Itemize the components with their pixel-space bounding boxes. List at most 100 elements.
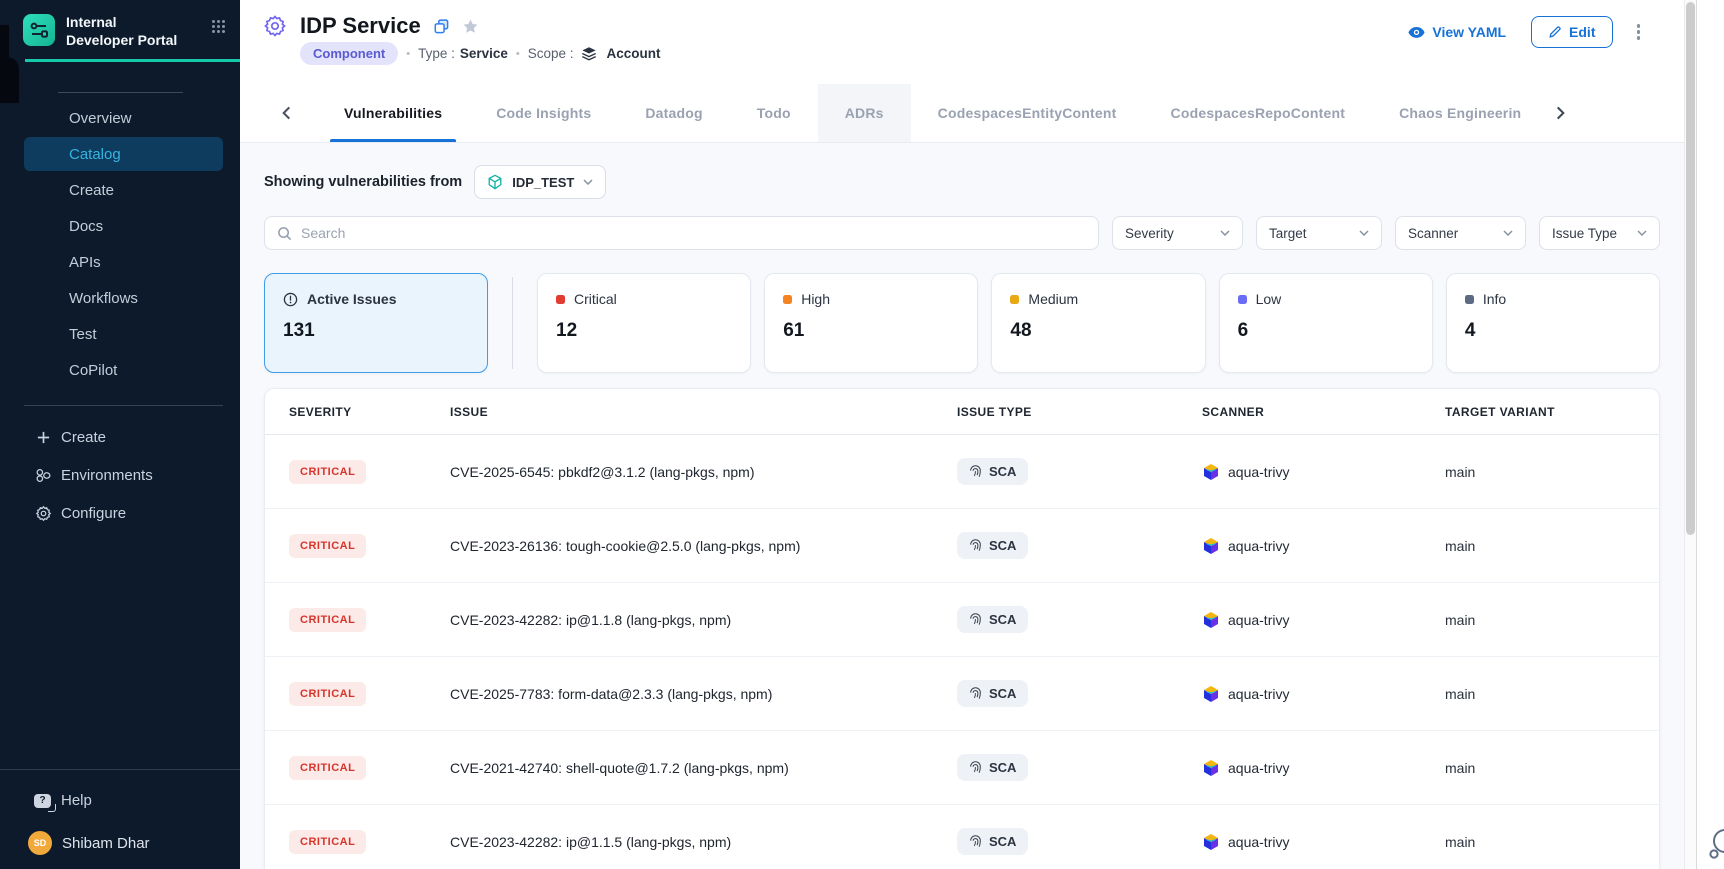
target-variant-cell: main bbox=[1445, 686, 1659, 702]
medium-card: Medium 48 bbox=[991, 273, 1205, 373]
source-value: IDP_TEST bbox=[512, 175, 574, 190]
right-gutter bbox=[1697, 0, 1724, 869]
sidebar-item-apis[interactable]: APIs bbox=[24, 245, 223, 279]
help-icon: ? bbox=[34, 794, 51, 808]
scrollbar-thumb[interactable] bbox=[1686, 2, 1695, 535]
card-label: High bbox=[801, 291, 830, 307]
copy-icon[interactable] bbox=[434, 19, 449, 34]
help-button[interactable]: ? Help bbox=[34, 792, 240, 809]
sidebar-item-catalog[interactable]: Catalog bbox=[24, 137, 223, 171]
card-value: 61 bbox=[783, 320, 959, 342]
more-options-icon[interactable] bbox=[1633, 20, 1645, 44]
sidebar-item-copilot[interactable]: CoPilot bbox=[24, 353, 223, 387]
sidebar-item-workflows[interactable]: Workflows bbox=[24, 281, 223, 315]
tab-adrs[interactable]: ADRs bbox=[818, 84, 911, 142]
chevron-down-icon bbox=[1359, 230, 1369, 236]
scanner-filter[interactable]: Scanner bbox=[1395, 216, 1526, 250]
view-yaml-button[interactable]: View YAML bbox=[1408, 24, 1506, 40]
layers-icon bbox=[581, 46, 597, 61]
kind-badge: Component bbox=[300, 42, 398, 65]
card-value: 4 bbox=[1465, 320, 1641, 342]
support-widget-icon[interactable] bbox=[1707, 827, 1724, 861]
tab-vulnerabilities[interactable]: Vulnerabilities bbox=[317, 84, 469, 142]
sidebar-action-configure[interactable]: Configure bbox=[0, 496, 240, 530]
table-row[interactable]: CRITICAL CVE-2023-26136: tough-cookie@2.… bbox=[265, 509, 1659, 583]
sidebar-item-test[interactable]: Test bbox=[24, 317, 223, 351]
sidebar-action-label: Create bbox=[61, 429, 106, 446]
sidebar-item-docs[interactable]: Docs bbox=[24, 209, 223, 243]
scanner-cell: aqua-trivy bbox=[1202, 759, 1445, 777]
tab-code-insights[interactable]: Code Insights bbox=[469, 84, 618, 142]
cube-icon bbox=[487, 174, 503, 190]
table-row[interactable]: CRITICAL CVE-2023-42282: ip@1.1.5 (lang-… bbox=[265, 805, 1659, 869]
aqua-trivy-icon bbox=[1202, 685, 1220, 703]
type-value: Service bbox=[460, 46, 508, 61]
eye-icon bbox=[1408, 26, 1425, 39]
help-label: Help bbox=[61, 792, 92, 809]
table-row[interactable]: CRITICAL CVE-2025-7783: form-data@2.3.3 … bbox=[265, 657, 1659, 731]
severity-badge: CRITICAL bbox=[289, 534, 366, 558]
avatar: SD bbox=[28, 831, 52, 855]
aqua-trivy-icon bbox=[1202, 833, 1220, 851]
severity-filter[interactable]: Severity bbox=[1112, 216, 1243, 250]
gear-icon bbox=[34, 504, 52, 522]
info-dot bbox=[1465, 295, 1474, 304]
tab-codespaces-repo-content[interactable]: CodespacesRepoContent bbox=[1144, 84, 1373, 142]
showing-vulnerabilities-label: Showing vulnerabilities from bbox=[264, 174, 462, 190]
tab-codespaces-entity-content[interactable]: CodespacesEntityContent bbox=[911, 84, 1144, 142]
critical-card: Critical 12 bbox=[537, 273, 751, 373]
scanner-cell: aqua-trivy bbox=[1202, 685, 1445, 703]
user-name: Shibam Dhar bbox=[62, 835, 150, 852]
edit-button[interactable]: Edit bbox=[1531, 16, 1612, 48]
issue-cell: CVE-2023-42282: ip@1.1.8 (lang-pkgs, npm… bbox=[450, 612, 957, 628]
source-select[interactable]: IDP_TEST bbox=[474, 165, 606, 199]
sidebar-item-overview[interactable]: Overview bbox=[24, 101, 223, 135]
active-issues-card[interactable]: Active Issues 131 bbox=[264, 273, 488, 373]
severity-badge: CRITICAL bbox=[289, 682, 366, 706]
tabs-scroll-left-icon[interactable] bbox=[278, 102, 295, 124]
sidebar-action-label: Configure bbox=[61, 505, 126, 522]
card-label: Medium bbox=[1028, 291, 1078, 307]
sidebar-action-label: Environments bbox=[61, 467, 153, 484]
col-issue-type: ISSUE TYPE bbox=[957, 405, 1202, 419]
tab-todo[interactable]: Todo bbox=[730, 84, 818, 142]
app-launcher-icon[interactable] bbox=[211, 19, 226, 39]
sidebar-action-create[interactable]: Create bbox=[0, 420, 240, 454]
sidebar-divider bbox=[58, 92, 183, 93]
table-row[interactable]: CRITICAL CVE-2023-42282: ip@1.1.8 (lang-… bbox=[265, 583, 1659, 657]
issue-cell: CVE-2021-42740: shell-quote@1.7.2 (lang-… bbox=[450, 760, 957, 776]
col-issue: ISSUE bbox=[450, 405, 957, 419]
sidebar: Internal Developer Portal Overview Catal… bbox=[0, 0, 240, 869]
vertical-scrollbar[interactable] bbox=[1684, 0, 1697, 869]
summary-cards: Active Issues 131 Critical 12 High 61 Me… bbox=[264, 273, 1660, 373]
sidebar-item-create[interactable]: Create bbox=[24, 173, 223, 207]
target-variant-cell: main bbox=[1445, 538, 1659, 554]
aqua-trivy-icon bbox=[1202, 463, 1220, 481]
issue-type-pill: SCA bbox=[957, 532, 1028, 559]
card-value: 131 bbox=[283, 320, 469, 342]
tab-chaos-engineering[interactable]: Chaos Engineerin bbox=[1372, 84, 1548, 142]
tabs-bar: Vulnerabilities Code Insights Datadog To… bbox=[240, 84, 1684, 142]
card-label: Active Issues bbox=[307, 291, 397, 307]
aqua-trivy-icon bbox=[1202, 611, 1220, 629]
issue-type-pill: SCA bbox=[957, 680, 1028, 707]
tab-datadog[interactable]: Datadog bbox=[618, 84, 729, 142]
sidebar-action-environments[interactable]: Environments bbox=[0, 458, 240, 492]
target-filter[interactable]: Target bbox=[1256, 216, 1382, 250]
tabs-scroll-right-icon[interactable] bbox=[1552, 102, 1569, 124]
star-icon[interactable] bbox=[462, 18, 479, 35]
search-input[interactable] bbox=[301, 225, 1086, 241]
table-row[interactable]: CRITICAL CVE-2025-6545: pbkdf2@3.1.2 (la… bbox=[265, 435, 1659, 509]
issue-type-filter[interactable]: Issue Type bbox=[1539, 216, 1660, 250]
user-menu[interactable]: SD Shibam Dhar bbox=[28, 831, 240, 855]
brand-underline bbox=[25, 59, 240, 62]
portal-logo-icon bbox=[23, 14, 55, 46]
scope-label: Scope : bbox=[528, 46, 574, 61]
table-row[interactable]: CRITICAL CVE-2021-42740: shell-quote@1.7… bbox=[265, 731, 1659, 805]
sidebar-footer: ? Help SD Shibam Dhar bbox=[0, 769, 240, 869]
issue-cell: CVE-2023-42282: ip@1.1.5 (lang-pkgs, npm… bbox=[450, 834, 957, 850]
fingerprint-icon bbox=[969, 835, 982, 848]
fingerprint-icon bbox=[969, 465, 982, 478]
target-variant-cell: main bbox=[1445, 464, 1659, 480]
environments-icon bbox=[34, 466, 52, 484]
